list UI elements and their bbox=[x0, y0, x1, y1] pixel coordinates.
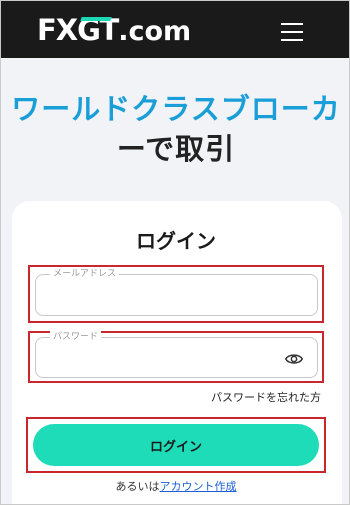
logo-accent-bar bbox=[80, 17, 112, 21]
menu-bar-bottom bbox=[281, 39, 303, 41]
fxgt-logo[interactable]: FX GT .com bbox=[37, 13, 191, 47]
email-input[interactable] bbox=[36, 275, 317, 315]
logo-com-text: .com bbox=[118, 16, 192, 47]
create-account-link[interactable]: アカウント作成 bbox=[160, 480, 237, 493]
hero-heading: ワールドクラスブローカ ーで取引 bbox=[1, 89, 349, 169]
or-text: あるいは bbox=[115, 480, 160, 493]
hero-line-2: ーで取引 bbox=[116, 132, 236, 166]
forgot-password-link[interactable]: パスワードを忘れた方 bbox=[181, 389, 321, 405]
menu-bar-top bbox=[281, 23, 303, 25]
logo-fx-text: FX bbox=[37, 13, 78, 47]
menu-bar-middle bbox=[281, 31, 303, 33]
password-field-label: パスワード bbox=[50, 331, 102, 343]
email-field[interactable]: メールアドレス bbox=[35, 268, 318, 316]
password-input[interactable] bbox=[36, 338, 317, 377]
login-button[interactable]: ログイン bbox=[33, 424, 319, 466]
logo-gt-text: GT bbox=[77, 13, 119, 47]
hero-line-1: ワールドクラスブローカ bbox=[11, 92, 341, 126]
hamburger-menu-icon[interactable] bbox=[281, 23, 305, 43]
create-account-line: あるいはアカウント作成 bbox=[1, 478, 349, 494]
email-field-label: メールアドレス bbox=[50, 268, 120, 280]
page-frame: FX GT .com ワールドクラスブローカ ーで取引 ログイン メールアドレス… bbox=[0, 0, 350, 505]
eye-icon[interactable] bbox=[285, 352, 303, 366]
password-field[interactable]: パスワード bbox=[35, 331, 318, 378]
login-title: ログイン bbox=[136, 229, 216, 253]
top-header: FX GT .com bbox=[1, 1, 349, 58]
